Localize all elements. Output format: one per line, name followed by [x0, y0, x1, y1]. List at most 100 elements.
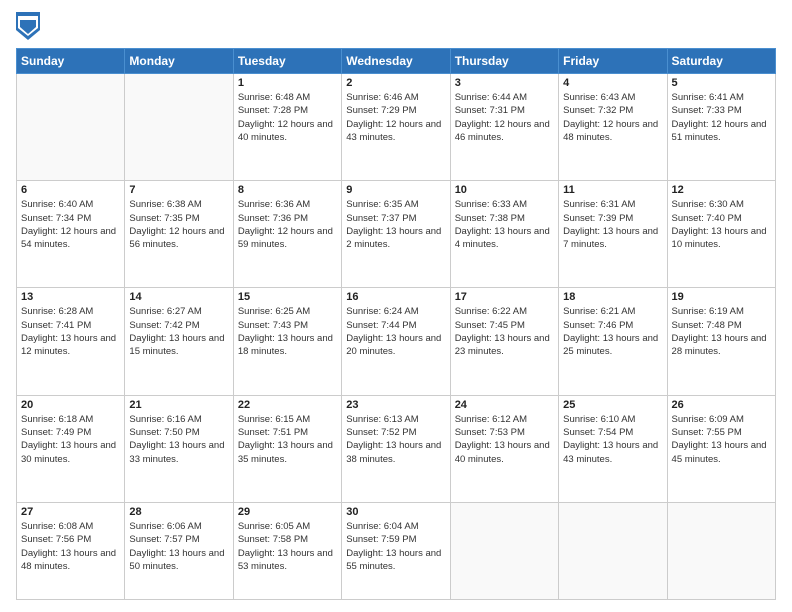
calendar-cell [559, 502, 667, 599]
weekday-header-friday: Friday [559, 49, 667, 74]
day-info: Sunrise: 6:35 AMSunset: 7:37 PMDaylight:… [346, 198, 445, 251]
day-info: Sunrise: 6:21 AMSunset: 7:46 PMDaylight:… [563, 305, 662, 358]
calendar-cell [450, 502, 558, 599]
day-info: Sunrise: 6:22 AMSunset: 7:45 PMDaylight:… [455, 305, 554, 358]
weekday-header-wednesday: Wednesday [342, 49, 450, 74]
day-info: Sunrise: 6:31 AMSunset: 7:39 PMDaylight:… [563, 198, 662, 251]
calendar-cell: 28 Sunrise: 6:06 AMSunset: 7:57 PMDayligh… [125, 502, 233, 599]
day-number: 22 [238, 399, 337, 411]
day-number: 14 [129, 291, 228, 303]
day-number: 10 [455, 184, 554, 196]
calendar-cell: 10 Sunrise: 6:33 AMSunset: 7:38 PMDayligh… [450, 181, 558, 288]
header [16, 12, 776, 40]
calendar-cell: 13 Sunrise: 6:28 AMSunset: 7:41 PMDayligh… [17, 288, 125, 395]
day-info: Sunrise: 6:40 AMSunset: 7:34 PMDaylight:… [21, 198, 120, 251]
day-info: Sunrise: 6:24 AMSunset: 7:44 PMDaylight:… [346, 305, 445, 358]
day-number: 27 [21, 506, 120, 518]
day-number: 7 [129, 184, 228, 196]
day-info: Sunrise: 6:16 AMSunset: 7:50 PMDaylight:… [129, 413, 228, 466]
day-info: Sunrise: 6:28 AMSunset: 7:41 PMDaylight:… [21, 305, 120, 358]
day-number: 23 [346, 399, 445, 411]
calendar-cell [667, 502, 775, 599]
calendar-cell: 11 Sunrise: 6:31 AMSunset: 7:39 PMDayligh… [559, 181, 667, 288]
weekday-header-tuesday: Tuesday [233, 49, 341, 74]
calendar-cell: 20Sunrise: 6:18 AMSunset: 7:49 PMDayligh… [17, 395, 125, 502]
calendar-cell: 17 Sunrise: 6:22 AMSunset: 7:45 PMDayligh… [450, 288, 558, 395]
day-info: Sunrise: 6:12 AMSunset: 7:53 PMDaylight:… [455, 413, 554, 466]
day-info: Sunrise: 6:05 AMSunset: 7:58 PMDaylight:… [238, 520, 337, 573]
day-number: 21 [129, 399, 228, 411]
calendar-cell: 7 Sunrise: 6:38 AMSunset: 7:35 PMDaylight… [125, 181, 233, 288]
calendar-cell: 21 Sunrise: 6:16 AMSunset: 7:50 PMDayligh… [125, 395, 233, 502]
calendar-cell: 1 Sunrise: 6:48 AMSunset: 7:28 PMDaylight… [233, 74, 341, 181]
calendar-cell [17, 74, 125, 181]
day-info: Sunrise: 6:13 AMSunset: 7:52 PMDaylight:… [346, 413, 445, 466]
calendar-cell: 4 Sunrise: 6:43 AMSunset: 7:32 PMDaylight… [559, 74, 667, 181]
calendar-cell: 23 Sunrise: 6:13 AMSunset: 7:52 PMDayligh… [342, 395, 450, 502]
day-number: 28 [129, 506, 228, 518]
day-info: Sunrise: 6:08 AMSunset: 7:56 PMDaylight:… [21, 520, 120, 573]
weekday-header-monday: Monday [125, 49, 233, 74]
calendar-cell [125, 74, 233, 181]
logo [16, 12, 44, 40]
calendar-cell: 22 Sunrise: 6:15 AMSunset: 7:51 PMDayligh… [233, 395, 341, 502]
day-number: 12 [672, 184, 771, 196]
day-number: 29 [238, 506, 337, 518]
day-number: 15 [238, 291, 337, 303]
calendar-cell: 29 Sunrise: 6:05 AMSunset: 7:58 PMDayligh… [233, 502, 341, 599]
day-number: 4 [563, 77, 662, 89]
day-number: 11 [563, 184, 662, 196]
day-number: 3 [455, 77, 554, 89]
day-info: Sunrise: 6:06 AMSunset: 7:57 PMDaylight:… [129, 520, 228, 573]
day-info: Sunrise: 6:44 AMSunset: 7:31 PMDaylight:… [455, 91, 554, 144]
day-number: 30 [346, 506, 445, 518]
day-info: Sunrise: 6:38 AMSunset: 7:35 PMDaylight:… [129, 198, 228, 251]
calendar-cell: 6 Sunrise: 6:40 AMSunset: 7:34 PMDaylight… [17, 181, 125, 288]
calendar-cell: 26Sunrise: 6:09 AMSunset: 7:55 PMDayligh… [667, 395, 775, 502]
day-number: 5 [672, 77, 771, 89]
weekday-header-saturday: Saturday [667, 49, 775, 74]
day-info: Sunrise: 6:18 AMSunset: 7:49 PMDaylight:… [21, 413, 120, 466]
day-info: Sunrise: 6:30 AMSunset: 7:40 PMDaylight:… [672, 198, 771, 251]
calendar-cell: 30 Sunrise: 6:04 AMSunset: 7:59 PMDayligh… [342, 502, 450, 599]
calendar-cell: 9 Sunrise: 6:35 AMSunset: 7:37 PMDaylight… [342, 181, 450, 288]
calendar-cell: 12 Sunrise: 6:30 AMSunset: 7:40 PMDayligh… [667, 181, 775, 288]
day-number: 19 [672, 291, 771, 303]
day-info: Sunrise: 6:48 AMSunset: 7:28 PMDaylight:… [238, 91, 337, 144]
day-info: Sunrise: 6:46 AMSunset: 7:29 PMDaylight:… [346, 91, 445, 144]
day-info: Sunrise: 6:09 AMSunset: 7:55 PMDaylight:… [672, 413, 771, 466]
day-number: 6 [21, 184, 120, 196]
day-number: 9 [346, 184, 445, 196]
day-info: Sunrise: 6:25 AMSunset: 7:43 PMDaylight:… [238, 305, 337, 358]
calendar-cell: 14 Sunrise: 6:27 AMSunset: 7:42 PMDayligh… [125, 288, 233, 395]
page: SundayMondayTuesdayWednesdayThursdayFrid… [0, 0, 792, 612]
day-number: 8 [238, 184, 337, 196]
day-info: Sunrise: 6:04 AMSunset: 7:59 PMDaylight:… [346, 520, 445, 573]
day-number: 1 [238, 77, 337, 89]
calendar-cell: 27 Sunrise: 6:08 AMSunset: 7:56 PMDayligh… [17, 502, 125, 599]
day-info: Sunrise: 6:33 AMSunset: 7:38 PMDaylight:… [455, 198, 554, 251]
day-info: Sunrise: 6:19 AMSunset: 7:48 PMDaylight:… [672, 305, 771, 358]
calendar-cell: 24 Sunrise: 6:12 AMSunset: 7:53 PMDayligh… [450, 395, 558, 502]
calendar-cell: 19 Sunrise: 6:19 AMSunset: 7:48 PMDayligh… [667, 288, 775, 395]
calendar-cell: 18 Sunrise: 6:21 AMSunset: 7:46 PMDayligh… [559, 288, 667, 395]
calendar-cell: 16 Sunrise: 6:24 AMSunset: 7:44 PMDayligh… [342, 288, 450, 395]
logo-icon [16, 12, 40, 40]
day-number: 25 [563, 399, 662, 411]
calendar-cell: 8 Sunrise: 6:36 AMSunset: 7:36 PMDaylight… [233, 181, 341, 288]
day-info: Sunrise: 6:36 AMSunset: 7:36 PMDaylight:… [238, 198, 337, 251]
day-number: 17 [455, 291, 554, 303]
day-number: 24 [455, 399, 554, 411]
day-number: 18 [563, 291, 662, 303]
day-info: Sunrise: 6:27 AMSunset: 7:42 PMDaylight:… [129, 305, 228, 358]
calendar-cell: 25 Sunrise: 6:10 AMSunset: 7:54 PMDayligh… [559, 395, 667, 502]
day-info: Sunrise: 6:41 AMSunset: 7:33 PMDaylight:… [672, 91, 771, 144]
day-info: Sunrise: 6:10 AMSunset: 7:54 PMDaylight:… [563, 413, 662, 466]
calendar-cell: 15 Sunrise: 6:25 AMSunset: 7:43 PMDayligh… [233, 288, 341, 395]
day-number: 13 [21, 291, 120, 303]
calendar-cell: 2 Sunrise: 6:46 AMSunset: 7:29 PMDaylight… [342, 74, 450, 181]
day-info: Sunrise: 6:43 AMSunset: 7:32 PMDaylight:… [563, 91, 662, 144]
day-number: 16 [346, 291, 445, 303]
day-number: 2 [346, 77, 445, 89]
day-info: Sunrise: 6:15 AMSunset: 7:51 PMDaylight:… [238, 413, 337, 466]
